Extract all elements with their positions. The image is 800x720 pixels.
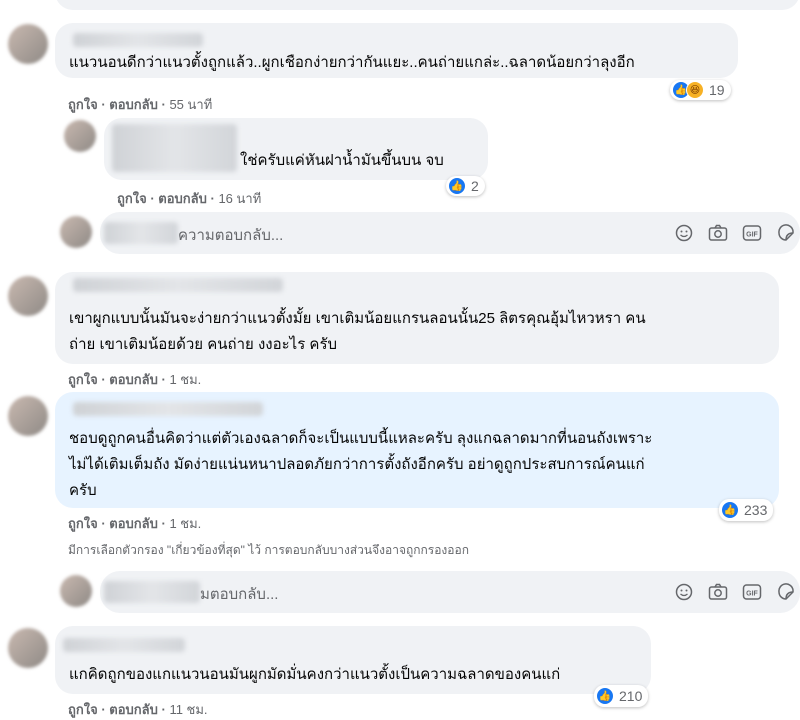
comment-line: ถ่าย เขาเติมน้อยด้วย คนถ่าย งงอะไร ครับ [69,336,338,353]
reaction-count: 2 [471,178,479,194]
reaction-summary[interactable]: 👍 233 [719,499,774,521]
previous-comment-bubble [55,0,800,10]
comment-time: 1 ชม. [169,372,202,387]
comment-actions: ถูกใจ · ตอบกลับ · 55 นาที [68,94,212,115]
reply-button[interactable]: ตอบกลับ [109,702,158,717]
separator: · [206,191,219,206]
comment-line: ชอบดูถูกคนอื่นคิดว่าแต่ตัวเองฉลาดก็จะเป็… [69,430,653,447]
separator: · [157,372,170,387]
svg-text:GIF: GIF [746,591,758,598]
reply-input-icons: GIF [674,582,796,602]
svg-text:GIF: GIF [746,232,758,239]
comment-time: 1 ชม. [169,516,202,531]
comment-time: 16 นาที [218,191,262,206]
camera-icon[interactable] [708,582,728,602]
avatar [60,575,92,607]
comment-text: แกคิดถูกของแกแนวนอนมันผูกมัดมั่นคงกว่าแน… [69,666,561,683]
commenter-name[interactable] [63,638,185,652]
reply-input[interactable]: มตอบกลับ... GIF [100,571,800,613]
comment-bubble: แกคิดถูกของแกแนวนอนมันผูกมัดมั่นคงกว่าแน… [55,626,651,694]
avatar [60,216,92,248]
sticker-icon[interactable] [776,582,796,602]
avatar[interactable] [8,276,48,316]
comment-time: 55 นาที [169,97,213,112]
reply-button[interactable]: ตอบกลับ [158,191,207,206]
avatar[interactable] [8,396,48,436]
reaction-summary[interactable]: 👍 2 [446,176,485,196]
commenter-name[interactable] [73,33,203,47]
comment-text: แนวนอนดีกว่าแนวตั้งถูกแล้ว..ผูกเชือกง่าย… [69,54,635,71]
commenter-name[interactable] [112,124,237,172]
reply-button[interactable]: ตอบกลับ [109,372,158,387]
reply-placeholder: ความตอบกลับ... [178,227,284,244]
comment-actions: ถูกใจ · ตอบกลับ · 11 ชม. [68,699,208,720]
separator: · [97,97,110,112]
separator: · [97,702,110,717]
reply-input-blur [104,581,200,603]
avatar[interactable] [8,628,48,668]
reaction-summary[interactable]: 👍 😆 19 [670,80,731,100]
reply-input-icons: GIF [674,223,796,243]
reaction-count: 210 [619,688,643,704]
reply-button[interactable]: ตอบกลับ [109,516,158,531]
reply-input-blur [104,222,178,244]
comment-actions: ถูกใจ · ตอบกลับ · 1 ชม. [68,369,201,390]
comment-text: ใช่ครับแค่หันฝาน้ำมันขึ้นบน จบ [240,152,444,169]
avatar[interactable] [8,24,48,64]
comment-actions: ถูกใจ · ตอบกลับ · 1 ชม. [68,513,201,534]
reaction-count: 233 [744,502,768,518]
separator: · [97,372,110,387]
separator: · [157,97,170,112]
reaction-count: 19 [709,82,725,98]
like-icon: 👍 [448,177,466,195]
comment-text: เขาผูกแบบนั้นมันจะง่ายกว่าแนวตั้งมั้ย เข… [69,306,646,358]
comment-time: 11 ชม. [169,702,208,717]
like-button[interactable]: ถูกใจ [68,372,98,387]
camera-icon[interactable] [708,223,728,243]
comment-bubble: ชอบดูถูกคนอื่นคิดว่าแต่ตัวเองฉลาดก็จะเป็… [55,392,779,508]
separator: · [97,516,110,531]
separator: · [157,516,170,531]
comment-actions: ถูกใจ · ตอบกลับ · 16 นาที [117,188,261,209]
comment-bubble: เขาผูกแบบนั้นมันจะง่ายกว่าแนวตั้งมั้ย เข… [55,272,779,364]
haha-icon: 😆 [686,81,704,99]
comment-line: ไม่ได้เติมเต็มถัง มัดง่ายแน่นหนาปลอดภัยก… [69,456,645,473]
comment-bubble: ใช่ครับแค่หันฝาน้ำมันขึ้นบน จบ [104,118,488,180]
reaction-summary[interactable]: 👍 210 [594,685,649,707]
reply-input[interactable]: ความตอบกลับ... GIF [100,212,800,254]
gif-icon[interactable]: GIF [742,582,762,602]
reply-button[interactable]: ตอบกลับ [109,97,158,112]
avatar[interactable] [64,120,96,152]
separator: · [146,191,159,206]
comment-line: เขาผูกแบบนั้นมันจะง่ายกว่าแนวตั้งมั้ย เข… [69,310,646,327]
reply-placeholder: มตอบกลับ... [200,586,279,603]
comment-bubble: แนวนอนดีกว่าแนวตั้งถูกแล้ว..ผูกเชือกง่าย… [55,23,738,78]
like-button[interactable]: ถูกใจ [68,97,98,112]
comment-text: ชอบดูถูกคนอื่นคิดว่าแต่ตัวเองฉลาดก็จะเป็… [69,426,652,504]
gif-icon[interactable]: GIF [742,223,762,243]
commenter-name[interactable] [73,278,283,292]
like-button[interactable]: ถูกใจ [68,516,98,531]
commenter-name[interactable] [73,402,263,416]
filter-notice: มีการเลือกตัวกรอง "เกี่ยวข้องที่สุด" ไว้… [68,543,469,557]
like-icon: 👍 [721,501,739,519]
comment-line: ครับ [69,482,97,499]
separator: · [157,702,170,717]
emoji-icon[interactable] [674,223,694,243]
emoji-icon[interactable] [674,582,694,602]
like-button[interactable]: ถูกใจ [117,191,147,206]
sticker-icon[interactable] [776,223,796,243]
like-button[interactable]: ถูกใจ [68,702,98,717]
like-icon: 👍 [596,687,614,705]
